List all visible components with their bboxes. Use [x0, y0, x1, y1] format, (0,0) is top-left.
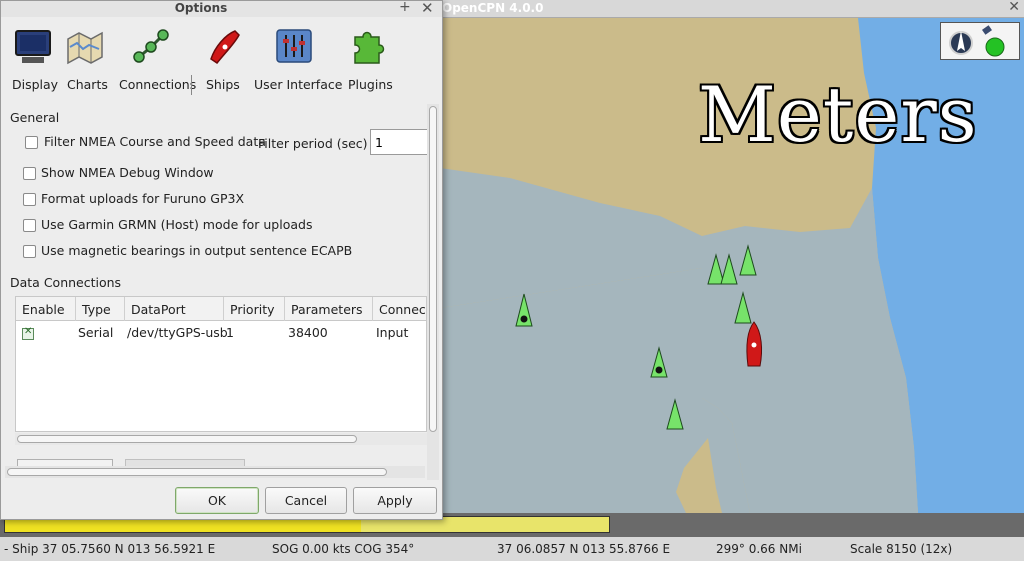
show-debug-label: Show NMEA Debug Window: [41, 165, 214, 180]
toolbar-separator: [191, 75, 192, 95]
table-horizontal-scrollbar[interactable]: [15, 433, 427, 445]
panel-vertical-scrollbar[interactable]: [427, 104, 439, 480]
data-connections-heading: Data Connections: [10, 275, 122, 290]
options-dialog: Options + ✕ Display Charts Connections S…: [0, 0, 443, 520]
column-connection[interactable]: Connect: [373, 297, 426, 321]
filter-period-input[interactable]: [370, 129, 429, 155]
user-interface-icon: [276, 29, 312, 63]
panel-horizontal-scrollbar[interactable]: [5, 466, 425, 478]
status-bar: - Ship 37 05.7560 N 013 56.5921 E SOG 0.…: [0, 537, 1024, 561]
row-enable-checkbox[interactable]: [22, 326, 34, 340]
table-scrollbar-thumb[interactable]: [17, 435, 357, 443]
chart-canvas[interactable]: Meters: [440, 18, 1024, 513]
main-window-title: OpenCPN 4.0.0: [442, 1, 544, 15]
tab-display-label: Display: [12, 77, 59, 92]
status-bearing-range: 299° 0.66 NMi: [716, 542, 802, 556]
ok-button[interactable]: OK: [175, 487, 259, 514]
filter-nmea-label: Filter NMEA Course and Speed data: [44, 134, 266, 149]
column-priority[interactable]: Priority: [224, 297, 285, 321]
magnetic-checkbox[interactable]: [23, 245, 36, 258]
row-parameters: 38400: [288, 325, 328, 340]
tab-plugins-label: Plugins: [348, 77, 393, 92]
desktop: OpenCPN 4.0.0 ✕ Meters - Ship 37 05.7560…: [0, 0, 1024, 561]
main-window-close-icon[interactable]: ✕: [1008, 0, 1020, 15]
furuno-checkbox[interactable]: [23, 193, 36, 206]
close-icon[interactable]: ✕: [421, 0, 434, 17]
charts-icon: [67, 31, 103, 65]
apply-button[interactable]: Apply: [353, 487, 437, 514]
table-header: Enable Type DataPort Priority Parameters…: [16, 297, 426, 321]
compass-icon: [949, 31, 973, 55]
column-type[interactable]: Type: [76, 297, 125, 321]
options-titlebar[interactable]: Options + ✕: [1, 0, 442, 17]
ship-icon: [210, 30, 240, 65]
status-ship-position: - Ship 37 05.7560 N 013 56.5921 E: [4, 542, 216, 556]
garmin-label: Use Garmin GRMN (Host) mode for uploads: [41, 217, 313, 232]
magnetic-label: Use magnetic bearings in output sentence…: [41, 243, 353, 258]
status-scale: Scale 8150 (12x): [850, 542, 953, 556]
column-dataport[interactable]: DataPort: [125, 297, 224, 321]
main-window-titlebar[interactable]: OpenCPN 4.0.0 ✕: [440, 0, 1024, 18]
plugin-icon: [354, 31, 385, 64]
connections-table: Enable Type DataPort Priority Parameters…: [15, 296, 427, 432]
gps-status-icon: [982, 25, 1005, 57]
monitor-icon: [15, 30, 51, 63]
options-title: Options: [174, 1, 228, 15]
general-heading: General: [10, 110, 60, 125]
row-priority: 1: [226, 325, 234, 340]
compass-widget[interactable]: [940, 22, 1020, 60]
row-dataport: /dev/ttyGPS-usb: [127, 325, 228, 340]
tab-connections-label: Connections: [119, 77, 197, 92]
panel-scrollbar-thumb[interactable]: [429, 106, 437, 432]
column-parameters[interactable]: Parameters: [285, 297, 373, 321]
tab-user-interface-label: User Interface: [254, 77, 343, 92]
panel-hscrollbar-thumb[interactable]: [7, 468, 387, 476]
furuno-label: Format uploads for Furuno GP3X: [41, 191, 245, 206]
filter-nmea-checkbox[interactable]: [25, 136, 38, 149]
units-banner: Meters: [698, 70, 978, 159]
garmin-checkbox[interactable]: [23, 219, 36, 232]
column-enable[interactable]: Enable: [16, 297, 76, 321]
tab-ships-label: Ships: [206, 77, 240, 92]
maximize-icon[interactable]: +: [399, 0, 411, 15]
connections-icon: [133, 29, 169, 63]
row-connection: Input: [376, 325, 409, 340]
show-debug-checkbox[interactable]: [23, 167, 36, 180]
row-type: Serial: [78, 325, 114, 340]
connections-panel: General Filter NMEA Course and Speed dat…: [7, 104, 429, 482]
status-sog-cog: SOG 0.00 kts COG 354°: [272, 542, 415, 556]
tab-charts-label: Charts: [67, 77, 108, 92]
status-cursor-position: 37 06.0857 N 013 55.8766 E: [497, 542, 671, 556]
cancel-button[interactable]: Cancel: [265, 487, 347, 514]
filter-period-label: Filter period (sec): [258, 136, 368, 151]
